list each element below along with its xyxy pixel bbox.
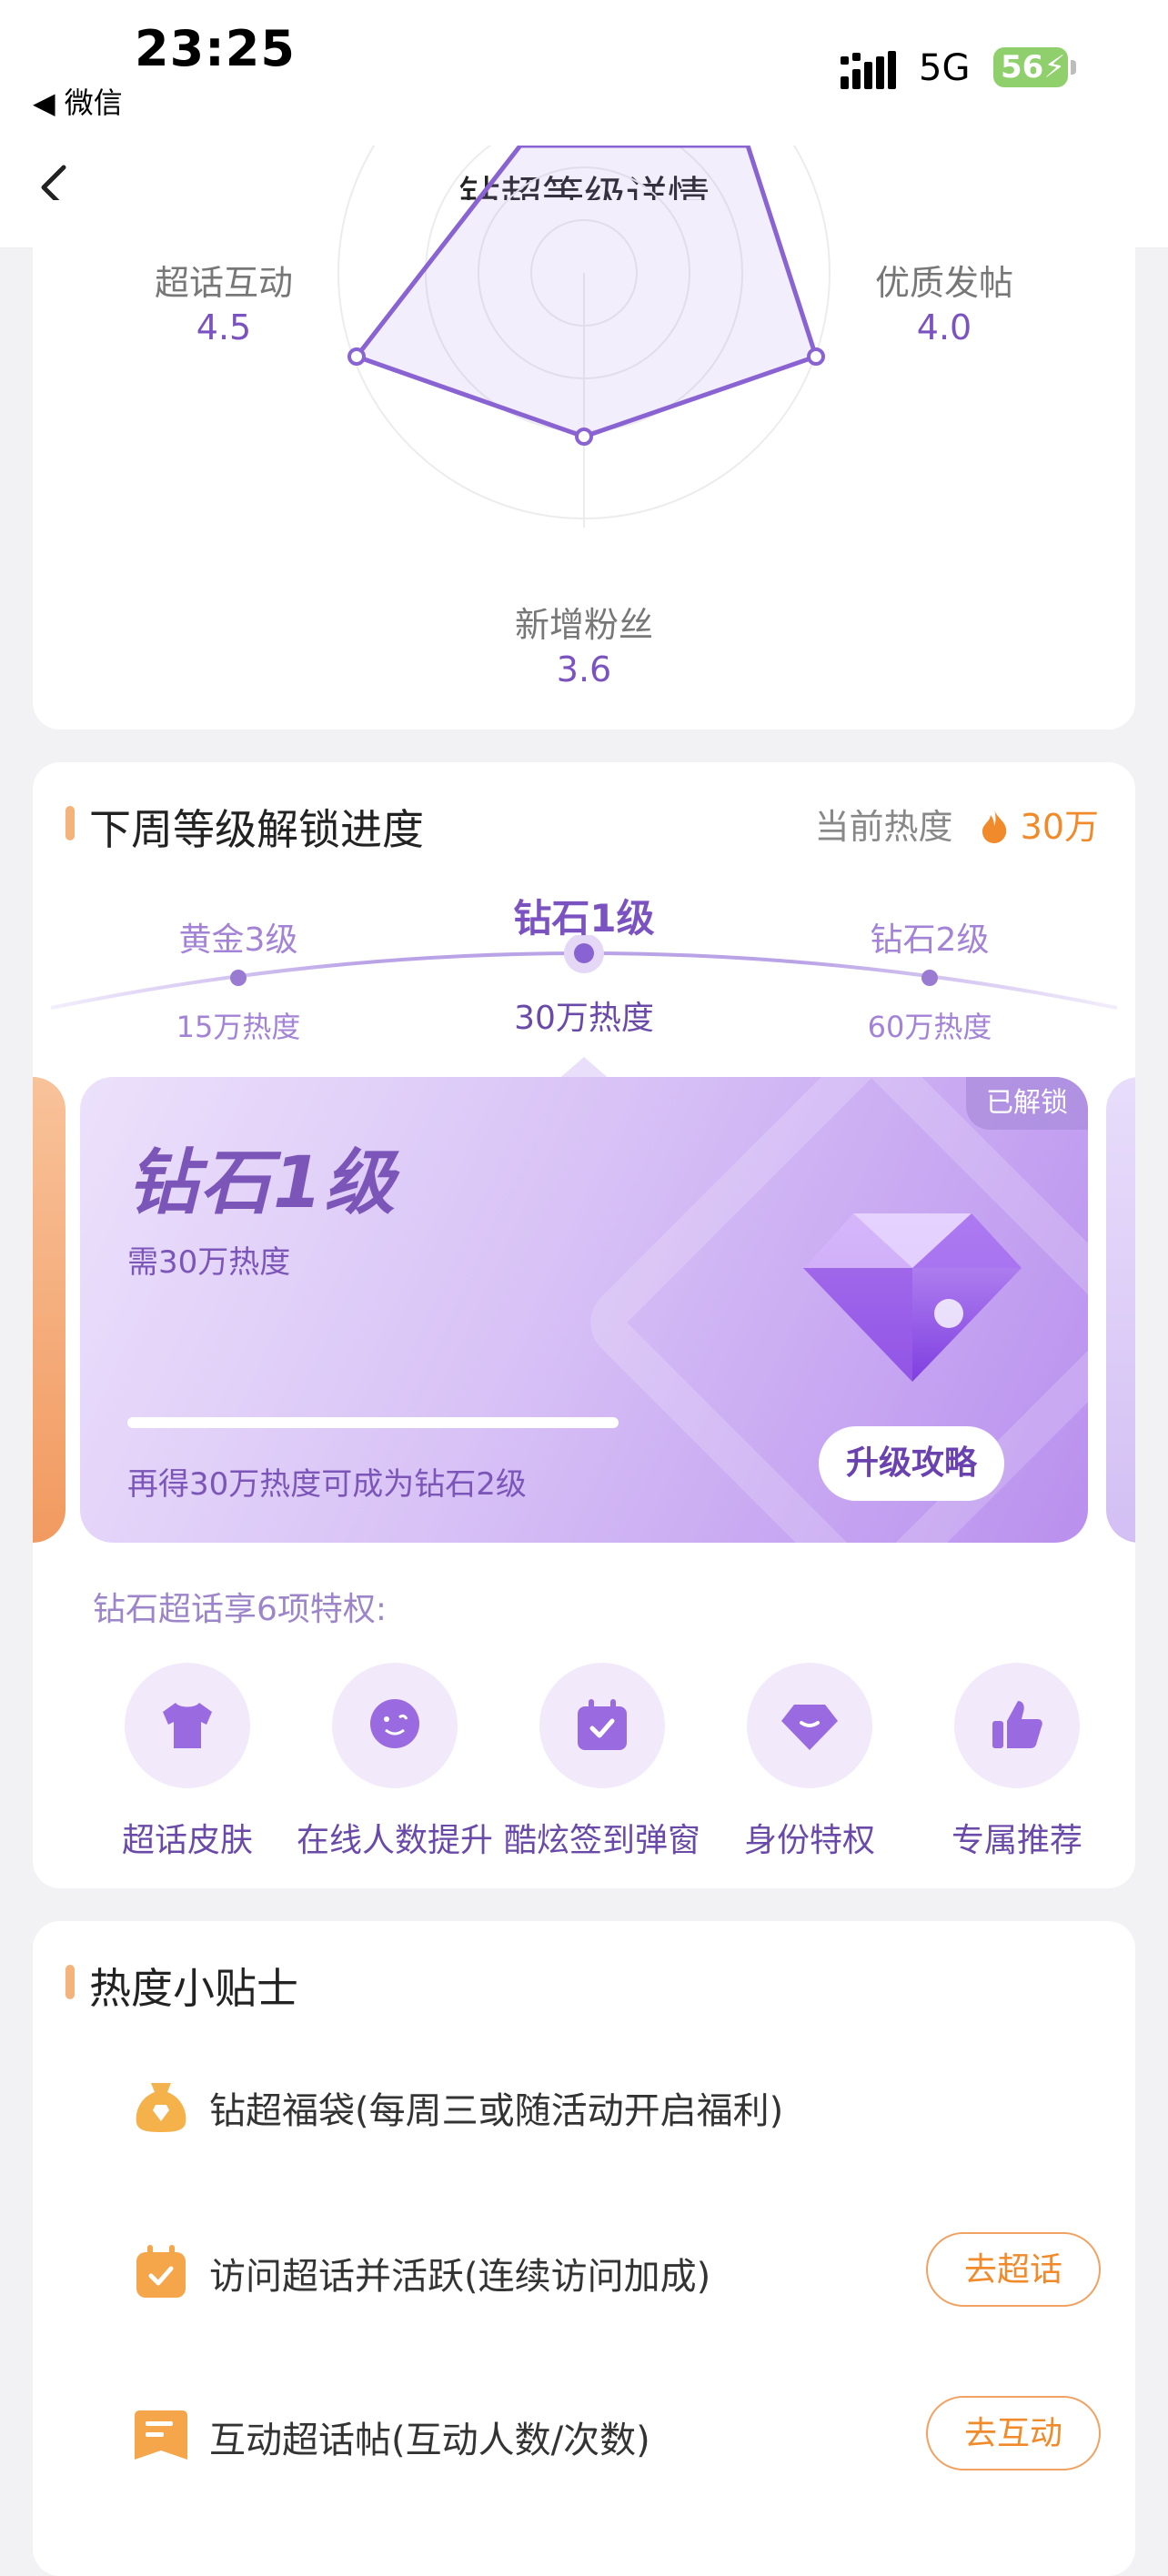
current-heat-label: 当前热度 [814,807,953,847]
diamond-gem-icon [803,1213,1022,1382]
smile-chat-icon [370,1699,419,1748]
tip-lucky-bag[interactable]: 钻超福袋(每周三或随活动开启福利) [96,2065,1106,2147]
status-time: 23:25 [135,20,296,77]
privilege-label: 专属推荐 [951,1822,1082,1859]
calendar-check-icon [136,2245,186,2298]
tip-text: 访问超话并活跃(连续访问加成) [209,2256,711,2298]
tip-interact: 互动超话帖(互动人数/次数) 去互动 [96,2394,1106,2476]
tip-text: 互动超话帖(互动人数/次数) [209,2420,650,2461]
next-level-card[interactable] [1106,1077,1135,1543]
privilege-label: 酷炫签到弹窗 [503,1822,700,1859]
go-supertopic-button[interactable]: 去超话 [926,2232,1101,2307]
level-card-tip: 再得30万热度可成为钻石2级 [127,1466,527,1503]
privilege-recommend[interactable]: 专属推荐 [912,1663,1122,1861]
level-name-diamond2[interactable]: 钻石2级 [821,913,1039,961]
level-heat-diamond1: 30万热度 [514,1000,654,1037]
privilege-identity[interactable]: 身份特权 [705,1663,914,1861]
level-progress-bar [127,1417,619,1428]
unlocked-badge: 已解锁 [966,1077,1088,1130]
section-accent-bar [65,1965,75,1999]
level-card-requirement: 需30万热度 [127,1244,291,1281]
level-heat-diamond2: 60万热度 [867,1010,992,1044]
radar-value-posts: 4.0 [916,307,972,347]
level-name-gold3[interactable]: 黄金3级 [129,913,347,961]
tips-section-title: 热度小贴士 [89,1964,298,2013]
privilege-icon-circle [539,1663,665,1788]
level-card-diamond1[interactable]: 已解锁 钻石1级 需30万热度 再得30万热度可成为钻石2级 升级攻略 [80,1077,1088,1543]
current-heat: 当前热度 30万 [814,799,1099,849]
radar-card: 超话互动 4.5 优质发帖 4.0 新增粉丝 3.6 [33,146,1135,730]
back-to-wechat[interactable]: ◀ 微信 [33,80,123,122]
radar-label-fans: 新增粉丝 [514,605,653,645]
prev-level-card[interactable] [33,1077,65,1543]
privilege-label: 在线人数提升 [296,1822,493,1859]
tip-text: 钻超福袋(每周三或随活动开启福利) [209,2090,784,2132]
calendar-check-icon [578,1699,627,1750]
battery-icon: 56⚡ [993,47,1068,87]
network-type: 5G [919,47,971,89]
privilege-online[interactable]: 在线人数提升 [290,1663,499,1861]
privilege-checkin-popup[interactable]: 酷炫签到弹窗 [498,1663,707,1861]
privileges-title: 钻石超话享6项特权: [93,1591,388,1628]
privilege-icon-circle [332,1663,458,1788]
signal-icon [841,51,896,89]
radar-chart [337,146,831,528]
radar-label-interaction: 超话互动 [154,263,293,303]
upgrade-guide-button[interactable]: 升级攻略 [819,1426,1004,1501]
level-name-diamond1[interactable]: 钻石1级 [475,888,693,943]
go-interact-button[interactable]: 去互动 [926,2396,1101,2470]
diamond-icon [781,1705,838,1750]
thumbs-up-icon [992,1701,1042,1748]
privilege-label: 身份特权 [743,1822,875,1859]
current-heat-value: 30万 [1020,807,1099,847]
privilege-icon-circle [125,1663,250,1788]
unlock-section-title: 下周等级解锁进度 [89,805,424,854]
radar-label-posts: 优质发帖 [874,263,1013,303]
battery-level: 56 [1001,49,1044,86]
level-heat-gold3: 15万热度 [176,1010,301,1044]
unlock-progress-card: 下周等级解锁进度 当前热度 30万 黄金3级 15万热度 钻石1级 30万热度 … [33,762,1135,1888]
tshirt-icon [163,1703,212,1748]
privilege-icon-circle [954,1663,1080,1788]
fire-icon [979,808,1010,844]
heat-tips-card: 热度小贴士 钻超福袋(每周三或随活动开启福利) 访问超话并活跃(连续访问加成) … [33,1921,1135,2576]
post-icon [135,2410,187,2460]
section-accent-bar [65,806,75,840]
tip-visit: 访问超话并活跃(连续访问加成) 去超话 [96,2230,1106,2312]
radar-value-fans: 3.6 [556,649,612,689]
privilege-label: 超话皮肤 [121,1822,253,1859]
radar-value-interaction: 4.5 [196,307,252,347]
level-card-name: 钻石1级 [127,1142,398,1224]
privilege-icon-circle [747,1663,872,1788]
battery-tip [1071,60,1076,75]
status-bar: 23:25 ◀ 微信 5G 56⚡ [0,0,1168,136]
privilege-skin[interactable]: 超话皮肤 [83,1663,292,1861]
lucky-bag-icon [136,2083,186,2132]
